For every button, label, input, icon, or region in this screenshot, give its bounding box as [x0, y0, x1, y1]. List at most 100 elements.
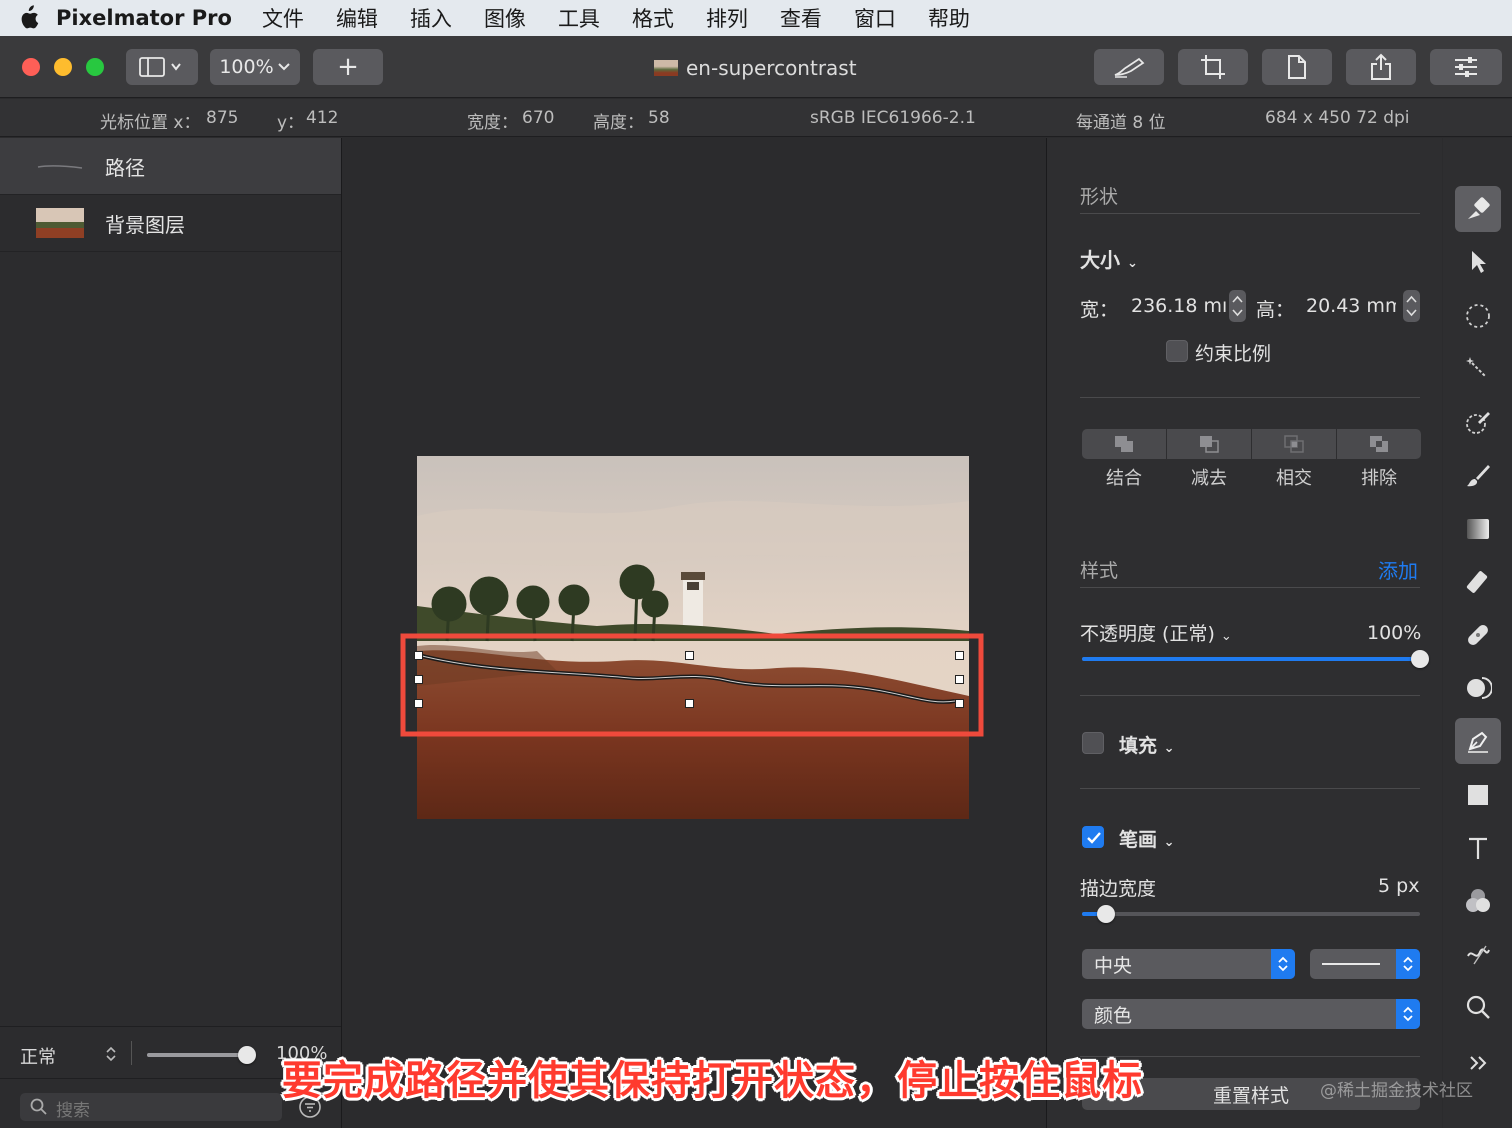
stroke-width-slider-knob[interactable] — [1097, 905, 1115, 923]
size-section-toggle[interactable]: 大小 ⌄ — [1080, 244, 1138, 273]
shape-tool-button[interactable] — [1455, 772, 1501, 818]
menu-file[interactable]: 文件 — [262, 3, 304, 33]
stroke-width-slider-track[interactable] — [1082, 912, 1420, 916]
blend-mode-select[interactable]: 正常 — [20, 1043, 56, 1069]
divider — [131, 1041, 132, 1065]
selection-handle[interactable] — [955, 651, 964, 660]
double-chevron-right-icon — [1470, 1056, 1487, 1070]
background-layer-thumbnail — [36, 208, 84, 238]
selection-handle[interactable] — [414, 651, 423, 660]
format-button[interactable] — [1262, 49, 1332, 85]
zoom-window-button[interactable] — [86, 58, 104, 76]
stroke-label: 笔画 — [1119, 829, 1158, 851]
constrain-proportions-checkbox[interactable] — [1166, 340, 1188, 362]
updown-icon — [1271, 949, 1295, 979]
path-selection-overlay[interactable] — [400, 633, 986, 739]
selection-handle[interactable] — [414, 699, 423, 708]
layer-row-path[interactable]: 路径 — [0, 138, 341, 195]
stroke-dash-select[interactable] — [1310, 949, 1420, 979]
divider — [1080, 213, 1420, 214]
subtract-button[interactable] — [1167, 429, 1251, 459]
repair-tool-button[interactable] — [1455, 612, 1501, 658]
layer-opacity-knob[interactable] — [238, 1046, 256, 1064]
gradient-icon — [1467, 519, 1489, 539]
menu-view[interactable]: 查看 — [780, 3, 822, 33]
arrange-tool-button[interactable] — [1455, 239, 1501, 285]
width-field[interactable]: 236.18 mı — [1131, 295, 1237, 317]
document-title: en-supercontrast — [654, 54, 857, 82]
stroke-position-value: 中央 — [1094, 954, 1133, 977]
retouch-tool-button[interactable] — [1455, 665, 1501, 711]
menu-arrange[interactable]: 排列 — [706, 3, 748, 33]
gradient-tool-button[interactable] — [1455, 506, 1501, 552]
stroke-type-select[interactable]: 颜色 — [1082, 999, 1420, 1029]
menu-help[interactable]: 帮助 — [928, 3, 970, 33]
quick-select-tool-button[interactable] — [1455, 400, 1501, 446]
minimize-window-button[interactable] — [54, 58, 72, 76]
combine-icon — [1115, 436, 1133, 452]
selection-handle[interactable] — [414, 675, 423, 684]
paint-tool-button[interactable] — [1455, 453, 1501, 499]
stepper-icon — [1232, 295, 1243, 317]
adjustments-button[interactable] — [1430, 49, 1502, 85]
eraser-tool-button[interactable] — [1455, 559, 1501, 605]
height-field[interactable]: 20.43 mm — [1306, 295, 1396, 317]
stroke-position-select[interactable]: 中央 — [1082, 949, 1295, 979]
pen-tool-button[interactable] — [1455, 718, 1501, 764]
distort-tool-button[interactable] — [1455, 931, 1501, 977]
selection-handle[interactable] — [685, 699, 694, 708]
divider — [1080, 397, 1420, 398]
add-button[interactable]: + — [313, 49, 383, 85]
app-name-menu[interactable]: Pixelmator Pro — [56, 6, 232, 30]
opacity-blend-toggle[interactable]: 不透明度 (正常) ⌄ — [1080, 619, 1232, 646]
divider — [1080, 587, 1420, 588]
chevron-down-icon: ⌄ — [1126, 256, 1138, 271]
menu-image[interactable]: 图像 — [484, 3, 526, 33]
stroke-section-toggle[interactable]: 笔画 ⌄ — [1119, 825, 1175, 852]
selection-handle[interactable] — [955, 699, 964, 708]
selection-handle[interactable] — [685, 651, 694, 660]
menu-format[interactable]: 格式 — [632, 3, 674, 33]
style-tool-button[interactable] — [1455, 186, 1501, 232]
stroke-checkbox[interactable] — [1082, 826, 1104, 848]
type-tool-button[interactable] — [1455, 825, 1501, 871]
crop-button[interactable] — [1178, 49, 1248, 85]
exclude-button[interactable] — [1337, 429, 1421, 459]
zoom-tool-button[interactable] — [1455, 984, 1501, 1030]
close-window-button[interactable] — [22, 58, 40, 76]
stroke-width-value: 5 px — [1378, 875, 1420, 897]
document-title-text: en-supercontrast — [686, 56, 857, 80]
fill-section-toggle[interactable]: 填充 ⌄ — [1119, 731, 1175, 758]
bit-depth: 每通道 8 位 — [1076, 113, 1166, 133]
apple-icon[interactable] — [0, 5, 56, 31]
magic-wand-tool-button[interactable] — [1455, 346, 1501, 392]
sidebar-toggle-button[interactable] — [126, 49, 198, 85]
share-button[interactable] — [1346, 49, 1416, 85]
zoom-value: 100% — [219, 56, 274, 78]
layer-search-field[interactable]: 搜索 — [20, 1093, 282, 1121]
zoom-select[interactable]: 100% — [210, 49, 300, 85]
selection-handle[interactable] — [955, 675, 964, 684]
exclude-label: 排除 — [1361, 468, 1397, 489]
menu-insert[interactable]: 插入 — [410, 3, 452, 33]
width-stepper[interactable] — [1229, 290, 1246, 322]
text-icon — [1469, 837, 1487, 859]
magnifier-icon — [1466, 995, 1490, 1019]
layer-row-background[interactable]: 背景图层 — [0, 195, 341, 252]
combine-button[interactable] — [1082, 429, 1166, 459]
add-style-button[interactable]: 添加 — [1378, 555, 1418, 584]
fill-checkbox[interactable] — [1082, 732, 1104, 754]
pen-nib-icon — [1468, 731, 1488, 753]
bandage-icon — [1468, 625, 1488, 645]
color-adjust-tool-button[interactable] — [1455, 878, 1501, 924]
menu-tools[interactable]: 工具 — [558, 3, 600, 33]
menu-window[interactable]: 窗口 — [854, 3, 896, 33]
sidebar-icon — [139, 57, 181, 77]
menu-edit[interactable]: 编辑 — [336, 3, 378, 33]
rectangle-shape-icon — [1468, 785, 1488, 805]
height-stepper[interactable] — [1403, 290, 1420, 322]
selection-tool-button[interactable] — [1455, 293, 1501, 339]
intersect-button[interactable] — [1252, 429, 1336, 459]
opacity-slider-knob[interactable] — [1411, 650, 1429, 668]
tools-button[interactable] — [1094, 49, 1164, 85]
